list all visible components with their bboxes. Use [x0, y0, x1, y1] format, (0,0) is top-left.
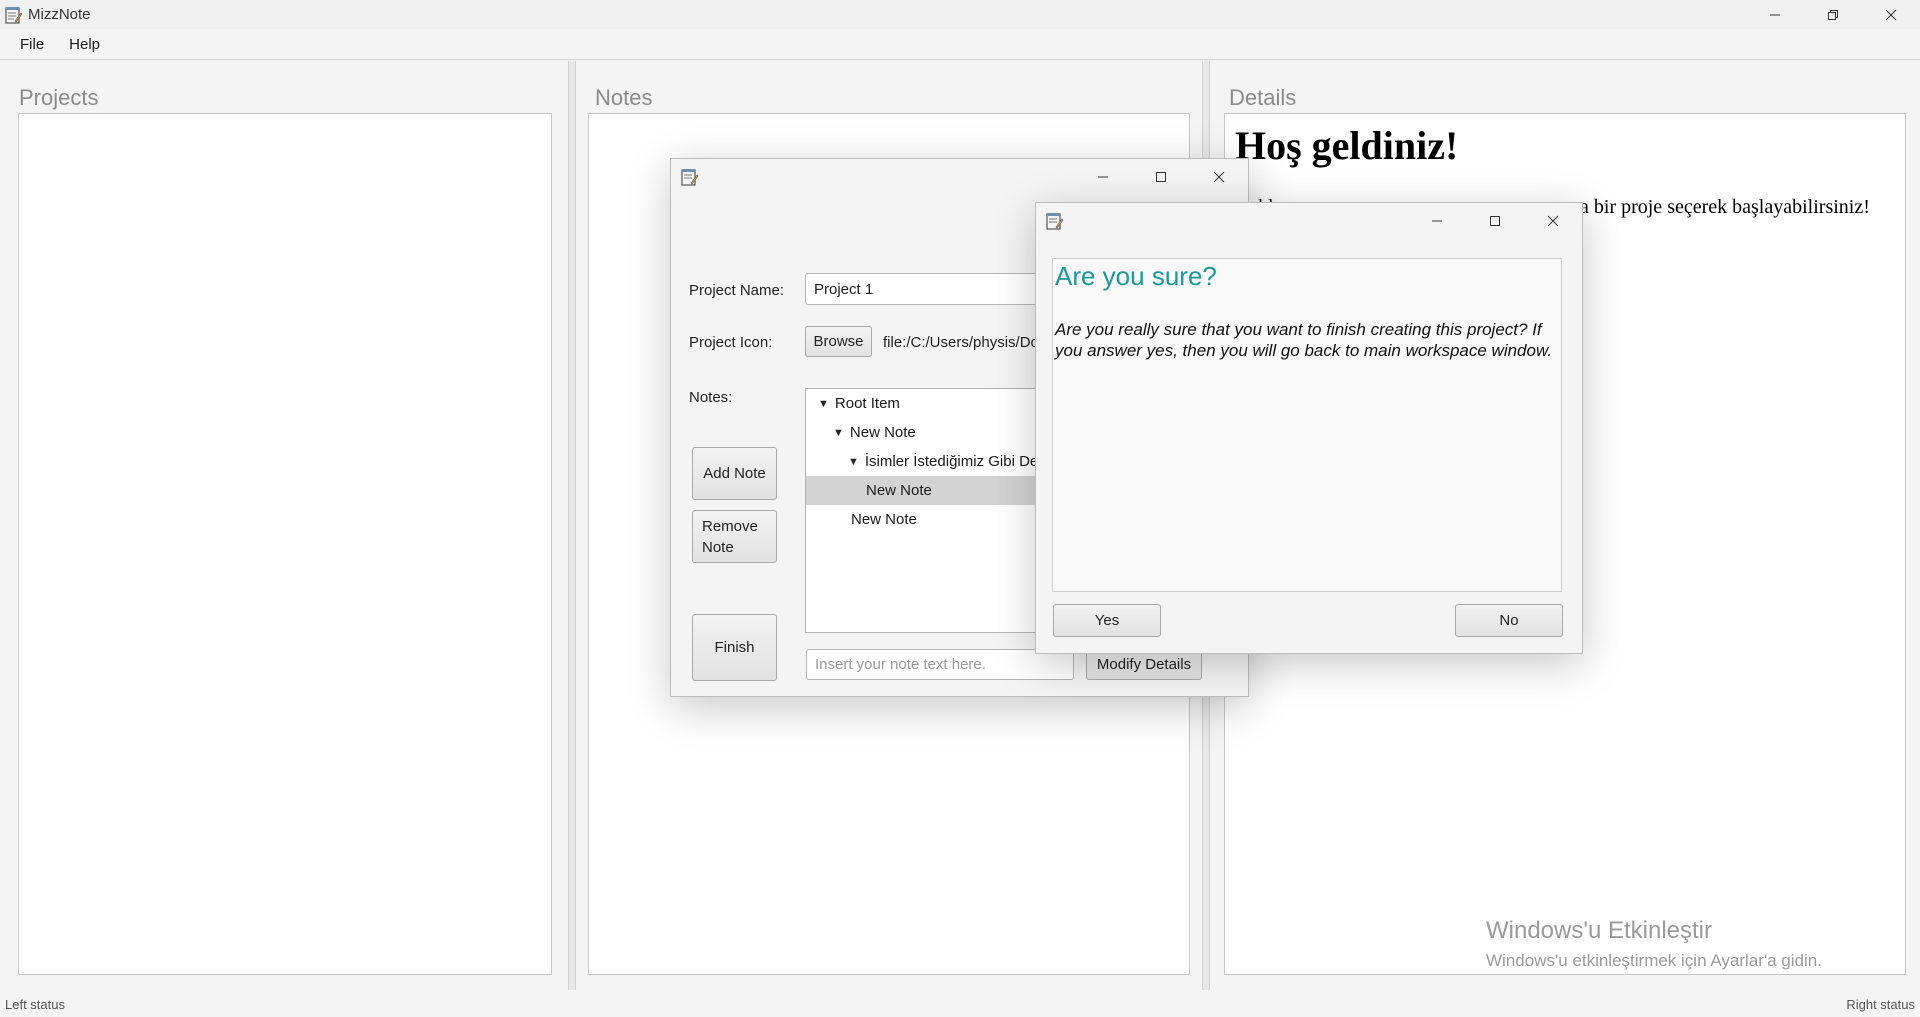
- tree-item-label: New Note: [851, 511, 917, 528]
- yes-button[interactable]: Yes: [1053, 604, 1161, 637]
- note-text-input[interactable]: Insert your note text here.: [806, 649, 1074, 680]
- minimize-button[interactable]: [1746, 0, 1804, 29]
- welcome-heading: Hoş geldiniz!: [1235, 123, 1459, 168]
- close-button[interactable]: [1524, 203, 1582, 239]
- maximize-button[interactable]: [1132, 159, 1190, 195]
- close-button[interactable]: [1190, 159, 1248, 195]
- expand-triangle-icon[interactable]: ▼: [818, 398, 829, 410]
- minimize-button[interactable]: [1408, 203, 1466, 239]
- browse-button[interactable]: Browse: [805, 326, 872, 357]
- projects-list[interactable]: [18, 113, 552, 975]
- menu-bar: File Help: [0, 29, 1920, 60]
- right-status: Right status: [1846, 997, 1915, 1012]
- notepad-icon: [681, 169, 699, 186]
- minimize-icon: [1098, 176, 1108, 178]
- notes-pane-title: Notes: [595, 85, 653, 110]
- project-name-label: Project Name:: [689, 282, 785, 299]
- finish-button[interactable]: Finish: [692, 614, 777, 681]
- remove-note-button[interactable]: Remove Note: [692, 510, 777, 563]
- project-icon-label: Project Icon:: [689, 334, 773, 351]
- expand-triangle-icon[interactable]: ▼: [833, 427, 844, 439]
- add-note-button[interactable]: Add Note: [692, 447, 777, 500]
- confirm-dialog: Are you sure? Are you really sure that y…: [1035, 202, 1583, 654]
- notes-label: Notes:: [689, 389, 733, 406]
- watermark-title: Windows'u Etkinleştir: [1486, 917, 1712, 944]
- tree-item-label: New Note: [849, 424, 916, 441]
- close-icon: [1885, 9, 1897, 20]
- menu-help[interactable]: Help: [59, 36, 110, 53]
- tree-item-label: Root Item: [834, 395, 900, 412]
- restore-button[interactable]: [1804, 0, 1862, 29]
- confirm-message: Are you really sure that you want to fin…: [1055, 320, 1553, 360]
- minimize-icon: [1770, 14, 1780, 15]
- welcome-text-right: a bir proje seçerek başlayabilirsiniz!: [1580, 196, 1870, 218]
- maximize-icon: [1156, 172, 1166, 182]
- dialog-titlebar: [671, 159, 1248, 195]
- tree-item-label: New Note: [866, 482, 932, 499]
- projects-pane-title: Projects: [19, 85, 99, 110]
- watermark-subtitle: Windows'u etkinleştirmek için Ayarlar'a …: [1486, 951, 1822, 970]
- close-icon: [1547, 215, 1559, 227]
- confirm-message-area: Are you sure? Are you really sure that y…: [1052, 258, 1562, 592]
- tree-item-label: İsimler İstediğimiz Gibi De: [864, 453, 1039, 470]
- maximize-button[interactable]: [1466, 203, 1524, 239]
- close-button[interactable]: [1862, 0, 1920, 29]
- projects-pane: Projects: [0, 61, 568, 990]
- minimize-icon: [1432, 220, 1442, 222]
- expand-triangle-icon[interactable]: ▼: [848, 456, 859, 468]
- no-button[interactable]: No: [1455, 604, 1563, 637]
- dialog-titlebar: [1036, 203, 1582, 239]
- close-icon: [1213, 171, 1225, 183]
- minimize-button[interactable]: [1074, 159, 1132, 195]
- confirm-title: Are you sure?: [1055, 261, 1217, 291]
- menu-file[interactable]: File: [10, 36, 54, 53]
- maximize-icon: [1490, 216, 1500, 226]
- split-divider[interactable]: [568, 61, 576, 990]
- left-status: Left status: [5, 997, 65, 1012]
- notepad-icon: [5, 6, 23, 24]
- status-bar: Left status Right status: [0, 990, 1920, 1017]
- icon-path: file:/C:/Users/physis/Do: [883, 334, 1039, 351]
- activation-watermark: Windows'u Etkinleştir Windows'u etkinleş…: [1486, 917, 1822, 971]
- notepad-icon: [1046, 213, 1064, 230]
- restore-icon: [1828, 9, 1838, 20]
- window-titlebar: MizzNote: [0, 0, 1920, 29]
- app-title: MizzNote: [28, 6, 91, 23]
- details-pane-title: Details: [1229, 85, 1297, 110]
